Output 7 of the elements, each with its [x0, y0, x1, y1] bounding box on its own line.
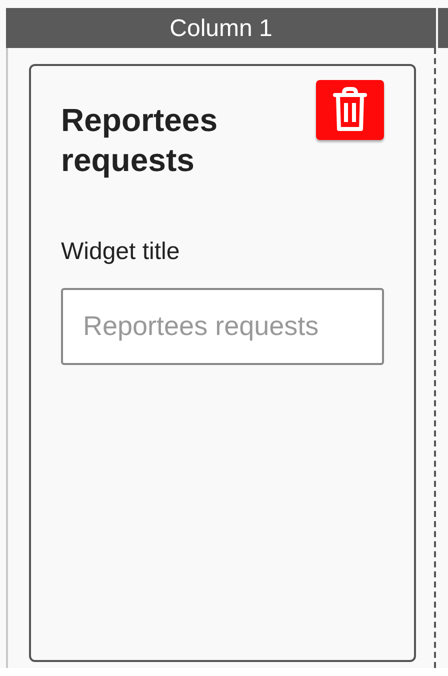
widget-heading: Reportees requests [61, 101, 218, 180]
delete-button[interactable] [316, 80, 384, 140]
field-label: Widget title [61, 238, 181, 266]
title-input[interactable]: Reportees requests [61, 288, 384, 365]
next-column-header [438, 8, 448, 48]
trash-icon [332, 87, 367, 133]
column-header: Column 1 [6, 8, 436, 48]
